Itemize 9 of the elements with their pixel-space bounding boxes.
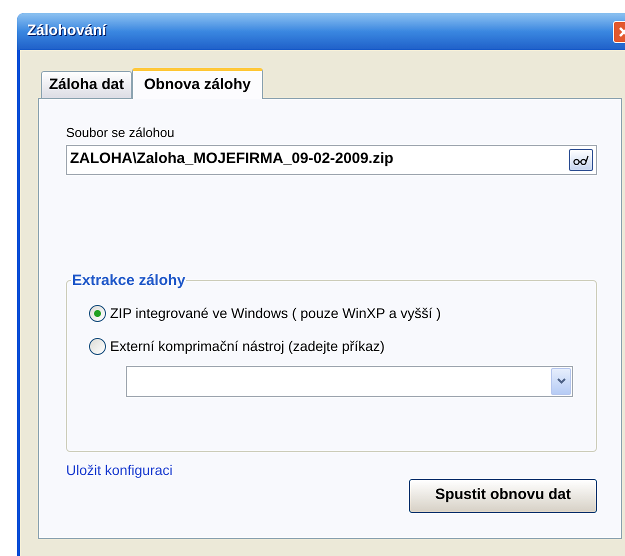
field-label: Soubor se zálohou — [66, 124, 176, 142]
window-title: Zálohování — [27, 21, 106, 42]
file-field[interactable]: ZALOHA\Zaloha_MOJEFIRMA_09-02-2009.zip — [66, 144, 597, 174]
radio-option[interactable]: ZIP integrované ve Windows ( pouze WinXP a vyšší ) — [89, 302, 596, 324]
run-restore-button[interactable]: Spustit obnovu dat — [409, 478, 597, 512]
tab[interactable]: Záloha dat — [41, 71, 132, 98]
save-config-link[interactable]: Uložit konfiguraci — [66, 460, 173, 480]
tab[interactable]: Obnova zálohy — [132, 68, 263, 99]
radio-option[interactable]: Externí komprimační nástroj (zadejte příkaz) — [89, 336, 596, 356]
